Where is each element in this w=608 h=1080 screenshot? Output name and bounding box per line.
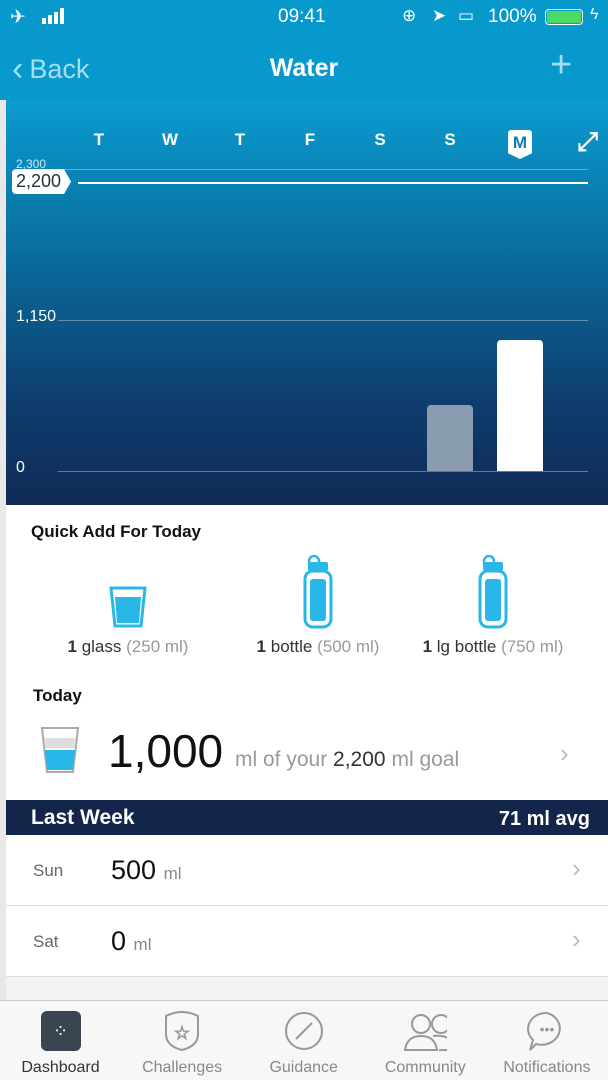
today-amount: 1,000 [108,725,224,777]
battery-percent: 100% [488,6,537,27]
grid-line [58,471,588,472]
dashboard-icon: ⁘ [39,1009,83,1053]
bar[interactable] [497,339,543,471]
location-icon: ➤ [432,6,447,25]
airplay-icon: ▭ [458,6,475,25]
community-icon [403,1009,448,1053]
tab-challenges[interactable]: ☆ Challenges [122,1009,243,1077]
goal-tag: 2,200 [12,169,72,195]
svg-text:☆: ☆ [174,1023,190,1043]
y-tick-label: 0 [16,459,25,476]
tab-guidance[interactable]: Guidance [243,1009,364,1077]
today-row[interactable]: 1,000 ml of your 2,200 ml goal › [6,710,608,795]
day-label[interactable]: T [220,130,260,150]
glass-icon [40,727,80,773]
last-week-header: Last Week 71 ml avg [6,800,608,835]
page-title: Water [269,54,339,82]
chevron-right-icon: › [560,738,569,768]
tab-community[interactable]: Community [365,1009,486,1077]
goal-line [78,182,588,185]
tab-bar: ⁘ Dashboard ☆ Challenges Guidance Community ••… [0,1000,608,1080]
y-tick-label: 1,150 [16,308,57,325]
water-chart[interactable]: T W T F S S M ⤢ 0 1,150 2,300 2,200 [6,100,608,505]
day-label[interactable]: S [430,130,470,150]
grid-line [58,320,588,321]
notifications-icon: ••• [525,1009,569,1053]
glass-icon [28,555,228,629]
large-bottle-icon [393,555,593,629]
grid-line [58,169,588,170]
quick-add-bottle[interactable]: 1 bottle (500 ml) [218,555,418,657]
guidance-icon [282,1009,326,1053]
day-label[interactable]: F [290,130,330,150]
today-section: Today 1,000 ml of your 2,200 ml goal › [6,680,608,800]
day-label[interactable]: M [500,130,540,159]
signal-icon [42,8,64,24]
quick-add-glass[interactable]: 1 glass (250 ml) [28,555,228,657]
bar[interactable] [427,405,473,471]
last-week-row[interactable]: Sat 0 ml › [6,906,608,977]
airplane-icon: ✈ [10,7,26,28]
tab-notifications[interactable]: ••• Notifications [486,1009,607,1077]
battery-icon [545,9,583,25]
clock: 09:41 [278,6,326,27]
chevron-right-icon: › [572,853,581,883]
charging-icon: ϟ [590,6,599,23]
day-label[interactable]: W [150,130,190,150]
day-label[interactable]: S [360,130,400,150]
challenges-icon: ☆ [160,1009,204,1053]
expand-icon[interactable]: ⤢ [577,126,598,158]
today-title: Today [33,686,82,705]
quick-add-large-bottle[interactable]: 1 lg bottle (750 ml) [393,555,593,657]
quick-add-section: Quick Add For Today 1 glass (250 ml) 1 b… [6,505,608,680]
tab-dashboard[interactable]: ⁘ Dashboard [0,1009,121,1077]
rotation-lock-icon: ⊕ [402,6,417,25]
bottle-icon [218,555,418,629]
quick-add-title: Quick Add For Today [31,522,202,541]
chevron-right-icon: › [572,924,581,954]
header: ✈ 09:41 ⊕ ➤ ▭ 100% ϟ ‹ Back Water + [0,0,608,100]
svg-text:•••: ••• [540,1021,555,1037]
last-week-row[interactable]: Sun 500 ml › [6,835,608,906]
y-tick-label: 2,300 [16,157,47,171]
today-goal-text: ml of your 2,200 ml goal [235,748,460,771]
plus-icon[interactable]: + [550,44,572,87]
day-label[interactable]: T [79,130,119,150]
